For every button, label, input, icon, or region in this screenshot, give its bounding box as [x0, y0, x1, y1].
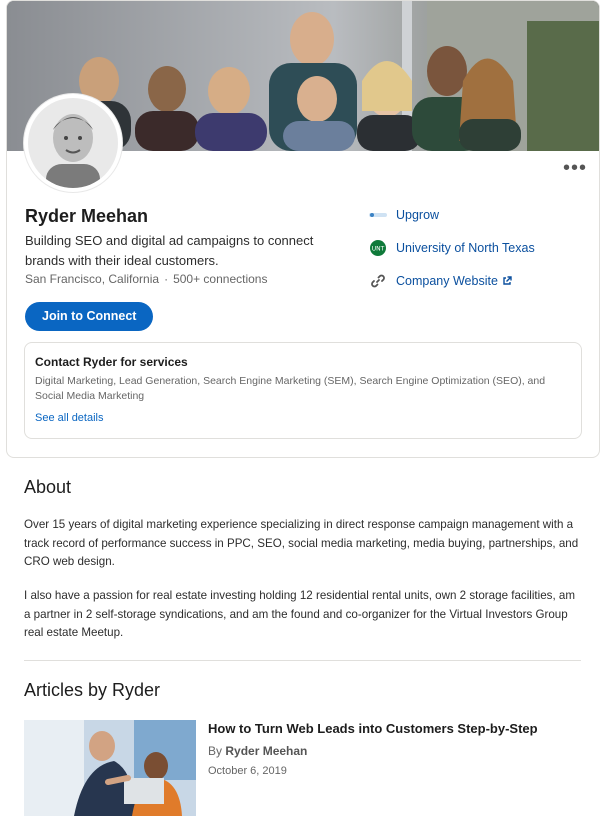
join-to-connect-button[interactable]: Join to Connect — [25, 302, 154, 331]
link-university[interactable]: UNT University of North Texas — [369, 240, 535, 273]
meta-separator: · — [164, 272, 169, 286]
link-label[interactable]: Upgrow — [396, 207, 439, 223]
upgrow-logo-icon — [369, 207, 387, 223]
article-byline: By Ryder Meehan — [208, 744, 307, 758]
profile-location: San Francisco, California — [25, 272, 160, 286]
profile-name: Ryder Meehan — [25, 206, 149, 226]
profile-meta: San Francisco, California · 500+ connectio… — [25, 272, 267, 286]
article-date: October 6, 2019 — [208, 765, 287, 777]
external-link-icon — [502, 273, 512, 291]
article-title[interactable]: How to Turn Web Leads into Customers Ste… — [208, 721, 538, 736]
link-company-website[interactable]: Company Website — [369, 273, 535, 306]
link-label[interactable]: University of North Texas — [396, 240, 535, 256]
profile-headline: Building SEO and digital ad campaigns to… — [25, 233, 314, 268]
article-thumbnail[interactable] — [24, 720, 196, 816]
about-paragraph-1: Over 15 years of digital marketing exper… — [24, 518, 579, 568]
services-list: Digital Marketing, Lead Generation, Sear… — [35, 375, 546, 402]
byline-prefix: By — [208, 744, 223, 758]
profile-links: Upgrow UNT University of North Texas Com… — [369, 207, 535, 306]
about-heading: About — [24, 477, 72, 497]
articles-heading: Articles by Ryder — [24, 680, 161, 700]
profile-avatar[interactable] — [24, 94, 122, 192]
more-options-icon[interactable]: ••• — [563, 158, 587, 178]
profile-card: ••• Ryder Meehan Building SEO and digita… — [6, 0, 600, 458]
unt-logo-icon: UNT — [369, 240, 387, 256]
about-paragraph-2: I also have a passion for real estate in… — [24, 589, 576, 639]
see-all-details-link[interactable]: See all details — [35, 412, 104, 424]
section-divider — [24, 660, 581, 661]
svg-text:UNT: UNT — [372, 246, 385, 253]
services-box: Contact Ryder for services Digital Marke… — [24, 342, 582, 439]
link-upgrow[interactable]: Upgrow — [369, 207, 535, 240]
article-author[interactable]: Ryder Meehan — [225, 744, 307, 758]
link-label[interactable]: Company Website — [396, 273, 498, 289]
chain-link-icon — [369, 273, 387, 289]
services-title: Contact Ryder for services — [35, 355, 188, 369]
profile-connections: 500+ connections — [173, 272, 268, 286]
